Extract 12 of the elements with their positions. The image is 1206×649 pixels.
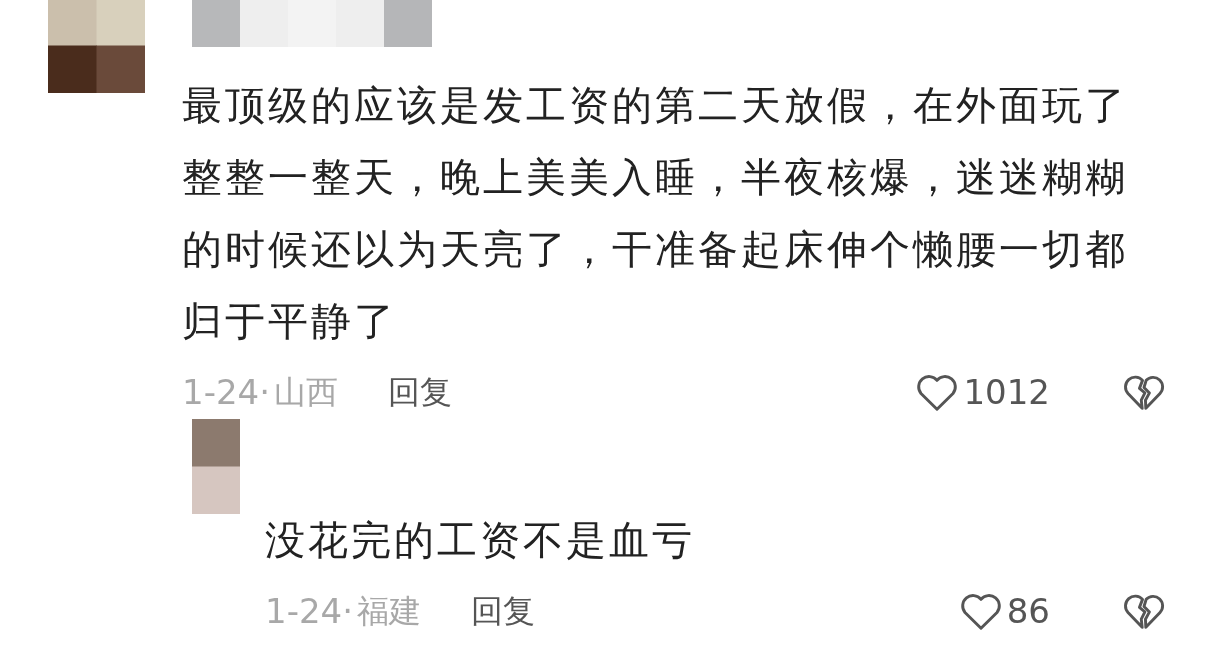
comment-text: 最顶级的应该是发工资的第二天放假，在外面玩了整整一整天，晚上美美入睡，半夜核爆，迷迷糊糊的时候还以为天亮了，干准备起床伸个懒腰一切都归于平静了 bbox=[182, 81, 1129, 346]
like-count: 1012 bbox=[963, 370, 1050, 414]
heart-icon[interactable] bbox=[958, 591, 1003, 631]
reply-button[interactable]: 回复 bbox=[388, 368, 452, 416]
comment-date: 1-24· bbox=[182, 370, 270, 414]
comment-location: 福建 bbox=[357, 591, 421, 632]
reply-text: 没花完的工资不是血亏 bbox=[265, 516, 696, 565]
heart-icon[interactable] bbox=[915, 372, 960, 412]
reply-button[interactable]: 回复 bbox=[471, 587, 535, 635]
like-count: 86 bbox=[1006, 589, 1050, 633]
comment-location: 山西 bbox=[274, 372, 338, 413]
comment-date: 1-24· bbox=[265, 589, 353, 633]
